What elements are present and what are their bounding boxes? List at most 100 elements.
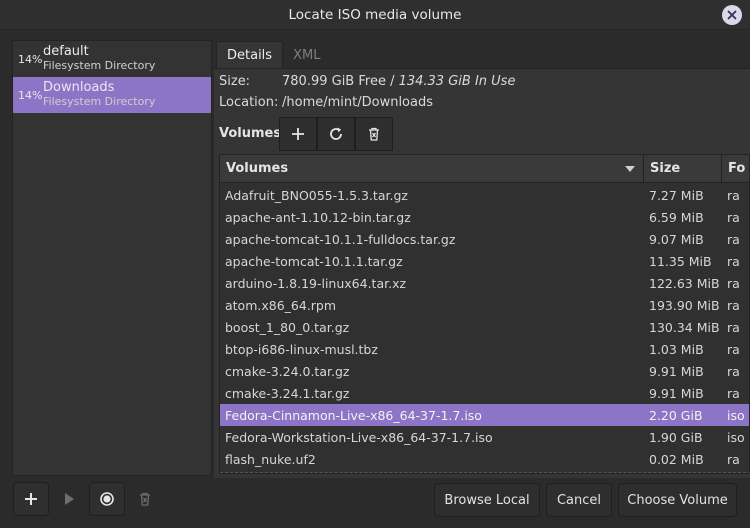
location-row: Location: /home/mint/Downloads: [219, 95, 433, 110]
close-icon: [727, 10, 737, 20]
volume-size-cell: 9.91 MiB: [649, 385, 704, 401]
volume-name-cell: Fedora-Cinnamon-Live-x86_64-37-1.7.iso: [225, 407, 482, 423]
table-scroll-edge: [220, 472, 749, 473]
volume-name-cell: boost_1_80_0.tar.gz: [225, 319, 350, 335]
volume-format-cell: ra: [727, 341, 740, 357]
volume-format-cell: ra: [727, 451, 740, 467]
trash-icon: [140, 492, 150, 506]
pool-item-default[interactable]: 14% default Filesystem Directory: [13, 41, 211, 77]
volume-name-cell: Adafruit_BNO055-1.5.3.tar.gz: [225, 187, 408, 203]
column-header-volumes[interactable]: Volumes: [220, 155, 644, 182]
volume-name-cell: apache-tomcat-10.1.1-fulldocs.tar.gz: [225, 231, 456, 247]
volume-size-cell: 122.63 MiB: [649, 275, 720, 291]
volume-name-cell: Fedora-Workstation-Live-x86_64-37-1.7.is…: [225, 429, 493, 445]
volume-size-cell: 0.02 MiB: [649, 451, 704, 467]
delete-pool-button[interactable]: [127, 482, 163, 516]
column-header-format[interactable]: Fo: [722, 155, 749, 182]
table-row[interactable]: boost_1_80_0.tar.gz 130.34 MiB ra: [220, 316, 749, 338]
volume-size-cell: 11.35 MiB: [649, 253, 712, 269]
size-used: 134.33 GiB In Use: [398, 74, 516, 89]
table-row[interactable]: apache-tomcat-10.1.1-fulldocs.tar.gz 9.07…: [220, 228, 749, 250]
volume-format-cell: iso: [727, 407, 745, 423]
volume-name-cell: atom.x86_64.rpm: [225, 297, 337, 313]
volume-size-cell: 193.90 MiB: [649, 297, 720, 313]
pool-usage-percent: 14%: [18, 88, 43, 102]
start-pool-button[interactable]: [51, 482, 87, 516]
table-row[interactable]: cmake-3.24.0.tar.gz 9.91 MiB ra: [220, 360, 749, 382]
location-label: Location:: [219, 95, 279, 110]
volume-format-cell: iso: [727, 429, 745, 445]
close-button[interactable]: [722, 5, 742, 25]
table-row[interactable]: atom.x86_64.rpm 193.90 MiB ra: [220, 294, 749, 316]
sort-descending-icon: [625, 166, 635, 172]
volume-size-cell: 2.20 GiB: [649, 407, 703, 423]
volume-name-cell: cmake-3.24.1.tar.gz: [225, 385, 350, 401]
details-panel: Size: 780.99 GiB Free / 134.33 GiB In Us…: [214, 68, 750, 478]
table-row[interactable]: flash_nuke.uf2 0.02 MiB ra: [220, 448, 749, 470]
volume-name-cell: flash_nuke.uf2: [225, 451, 316, 467]
delete-volume-button[interactable]: [355, 117, 393, 151]
volume-size-cell: 1.90 GiB: [649, 429, 703, 445]
table-row[interactable]: Fedora-Workstation-Live-x86_64-37-1.7.is…: [220, 426, 749, 448]
volume-size-cell: 9.07 MiB: [649, 231, 704, 247]
table-header: Volumes Size Fo: [220, 155, 749, 183]
cancel-button[interactable]: Cancel: [546, 483, 612, 517]
volume-format-cell: ra: [727, 275, 740, 291]
play-icon: [65, 493, 74, 505]
window-title: Locate ISO media volume: [288, 6, 462, 23]
size-free: 780.99 GiB Free /: [282, 74, 399, 89]
add-volume-button[interactable]: [279, 117, 317, 151]
pool-name: default: [43, 44, 89, 59]
refresh-volumes-button[interactable]: [317, 117, 355, 151]
column-header-label: Volumes: [226, 161, 289, 176]
table-body: Adafruit_BNO055-1.5.3.tar.gz 7.27 MiB ra ap…: [220, 184, 749, 470]
volume-format-cell: ra: [727, 231, 740, 247]
title-bar: Locate ISO media volume: [0, 0, 750, 30]
tab-xml[interactable]: XML: [283, 41, 330, 69]
pool-item-downloads[interactable]: 14% Downloads Filesystem Directory: [13, 77, 211, 113]
browse-local-button[interactable]: Browse Local: [434, 483, 540, 517]
volume-name-cell: apache-ant-1.10.12-bin.tar.gz: [225, 209, 411, 225]
size-row: Size: 780.99 GiB Free / 134.33 GiB In Us…: [219, 74, 515, 89]
volume-size-cell: 130.34 MiB: [649, 319, 720, 335]
volume-size-cell: 6.59 MiB: [649, 209, 704, 225]
volume-format-cell: ra: [727, 187, 740, 203]
volume-name-cell: apache-tomcat-10.1.1.tar.gz: [225, 253, 403, 269]
size-label: Size:: [219, 74, 251, 89]
location-value: /home/mint/Downloads: [282, 95, 433, 110]
volume-format-cell: ra: [727, 297, 740, 313]
choose-volume-button[interactable]: Choose Volume: [618, 483, 737, 517]
refresh-icon: [330, 127, 342, 140]
table-row[interactable]: Fedora-Cinnamon-Live-x86_64-37-1.7.iso 2.…: [220, 404, 749, 426]
plus-icon: [25, 493, 37, 505]
pool-usage-percent: 14%: [18, 52, 43, 66]
pool-type: Filesystem Directory: [43, 95, 156, 108]
volumes-label: Volumes: [219, 126, 282, 141]
add-pool-button[interactable]: [13, 482, 49, 516]
tab-details[interactable]: Details: [216, 41, 284, 69]
column-header-label: Size: [650, 161, 681, 176]
size-value: 780.99 GiB Free / 134.33 GiB In Use: [282, 74, 515, 89]
volume-format-cell: ra: [727, 319, 740, 335]
table-row[interactable]: cmake-3.24.1.tar.gz 9.91 MiB ra: [220, 382, 749, 404]
tab-bar: Details XML: [216, 41, 330, 69]
record-icon: [100, 492, 114, 506]
table-row[interactable]: apache-tomcat-10.1.1.tar.gz 11.35 MiB ra: [220, 250, 749, 272]
volume-name-cell: btop-i686-linux-musl.tbz: [225, 341, 378, 357]
volume-name-cell: arduino-1.8.19-linux64.tar.xz: [225, 275, 407, 291]
volume-format-cell: ra: [727, 363, 740, 379]
pool-type: Filesystem Directory: [43, 59, 156, 72]
table-row[interactable]: apache-ant-1.10.12-bin.tar.gz 6.59 MiB ra: [220, 206, 749, 228]
storage-pool-list[interactable]: 14% default Filesystem Directory 14% Dow…: [12, 40, 212, 476]
volume-size-cell: 7.27 MiB: [649, 187, 704, 203]
table-row[interactable]: btop-i686-linux-musl.tbz 1.03 MiB ra: [220, 338, 749, 360]
table-row[interactable]: arduino-1.8.19-linux64.tar.xz 122.63 MiB r…: [220, 272, 749, 294]
table-row[interactable]: Adafruit_BNO055-1.5.3.tar.gz 7.27 MiB ra: [220, 184, 749, 206]
stop-pool-button[interactable]: [89, 482, 125, 516]
volumes-table[interactable]: Volumes Size Fo Adafruit_BNO055-1.5.3.ta…: [219, 154, 750, 474]
column-header-size[interactable]: Size: [644, 155, 722, 182]
volume-size-cell: 1.03 MiB: [649, 341, 704, 357]
trash-icon: [369, 127, 379, 141]
volume-name-cell: cmake-3.24.0.tar.gz: [225, 363, 350, 379]
volume-format-cell: ra: [727, 209, 740, 225]
